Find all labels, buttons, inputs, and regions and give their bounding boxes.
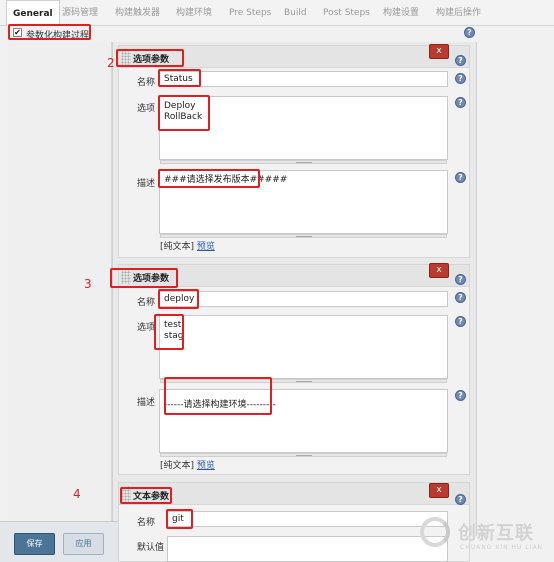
help-icon[interactable]: ? <box>455 274 466 285</box>
tab-bar: General 源码管理 构建触发器 构建环境 Pre Steps Build … <box>0 0 554 27</box>
choice-line: RollBack <box>164 112 203 122</box>
tab-build[interactable]: Build <box>284 0 307 26</box>
parameter-header: 选项参数 <box>119 265 469 287</box>
resize-handle[interactable] <box>160 234 447 238</box>
name-label: 名称 <box>137 298 156 308</box>
parameterized-checkbox[interactable]: ✔ <box>13 28 22 37</box>
format-hint: [纯文本] 预览 <box>160 458 215 471</box>
drag-handle-icon[interactable] <box>121 486 131 502</box>
description-label: 描述 <box>137 179 156 189</box>
format-hint: [纯文本] 预览 <box>160 239 215 252</box>
choice-line: Deploy <box>164 101 196 111</box>
tab-pre-steps[interactable]: Pre Steps <box>229 0 271 26</box>
choices-textarea[interactable]: test stag <box>159 315 448 383</box>
annotation-marker-3: 3 <box>84 277 92 291</box>
parameter-type-title: 选项参数 <box>133 55 170 65</box>
apply-button[interactable]: 应用 <box>63 533 104 555</box>
default-value-input[interactable] <box>167 536 448 562</box>
save-button[interactable]: 保存 <box>14 533 55 555</box>
resize-handle[interactable] <box>160 453 447 457</box>
plain-text-label: [纯文本] <box>160 461 195 471</box>
name-input[interactable]: git <box>167 511 448 527</box>
logo-circle-icon <box>420 517 450 547</box>
preview-link[interactable]: 预览 <box>197 242 215 252</box>
help-icon[interactable]: ? <box>455 390 466 401</box>
name-input[interactable]: deploy <box>159 291 448 307</box>
delete-button[interactable]: x <box>429 263 449 278</box>
help-icon[interactable]: ? <box>455 172 466 183</box>
delete-button[interactable]: x <box>429 44 449 59</box>
name-input[interactable]: Status <box>159 71 448 87</box>
resize-handle[interactable] <box>160 379 447 383</box>
help-icon[interactable]: ? <box>455 73 466 84</box>
description-text: ------请选择构建环境--------- <box>164 400 276 410</box>
plain-text-label: [纯文本] <box>160 242 195 252</box>
tab-general[interactable]: General <box>6 0 60 27</box>
description-label: 描述 <box>137 398 156 408</box>
tab-build-environment[interactable]: 构建环境 <box>176 0 212 26</box>
tab-post-build[interactable]: 构建后操作 <box>436 0 481 26</box>
help-icon[interactable]: ? <box>455 316 466 327</box>
left-gutter <box>8 42 112 536</box>
tab-source-code[interactable]: 源码管理 <box>62 0 98 26</box>
parameter-type-title: 选项参数 <box>133 274 170 284</box>
choice-line: stag <box>164 331 184 341</box>
description-textarea[interactable]: ------请选择构建环境--------- <box>159 389 448 457</box>
drag-handle-icon[interactable] <box>121 268 131 284</box>
parameterized-label: 参数化构建过程 <box>26 31 90 41</box>
watermark-subtext: CHUANG XIN HU LIAN <box>460 544 544 551</box>
watermark-text: 创新互联 <box>458 523 534 544</box>
parameter-type-title: 文本参数 <box>133 492 170 502</box>
help-icon[interactable]: ? <box>464 27 475 38</box>
parameter-header: 选项参数 <box>119 46 469 68</box>
parameter-header: 文本参数 <box>119 483 469 505</box>
default-value-label: 默认值 <box>137 543 165 553</box>
delete-button[interactable]: x <box>429 483 449 498</box>
choice-line: test <box>164 320 182 330</box>
description-textarea[interactable]: ###请选择发布版本##### <box>159 170 448 238</box>
help-icon[interactable]: ? <box>455 494 466 505</box>
drag-handle-icon[interactable] <box>121 49 131 65</box>
choices-textarea[interactable]: Deploy RollBack <box>159 96 448 164</box>
help-icon[interactable]: ? <box>455 55 466 66</box>
choices-label: 选项 <box>137 323 156 333</box>
tab-post-steps[interactable]: Post Steps <box>323 0 370 26</box>
annotation-marker-4: 4 <box>73 487 81 501</box>
description-text: ###请选择发布版本##### <box>164 175 288 185</box>
tab-build-settings[interactable]: 构建设置 <box>383 0 419 26</box>
name-label: 名称 <box>137 78 156 88</box>
name-label: 名称 <box>137 518 156 528</box>
choices-label: 选项 <box>137 104 156 114</box>
annotation-marker-2: 2 <box>107 56 115 70</box>
help-icon[interactable]: ? <box>455 292 466 303</box>
help-icon[interactable]: ? <box>455 97 466 108</box>
resize-handle[interactable] <box>160 160 447 164</box>
preview-link[interactable]: 预览 <box>197 461 215 471</box>
watermark-logo: 创新互联 CHUANG XIN HU LIAN <box>416 513 554 562</box>
tab-build-triggers[interactable]: 构建触发器 <box>115 0 160 26</box>
